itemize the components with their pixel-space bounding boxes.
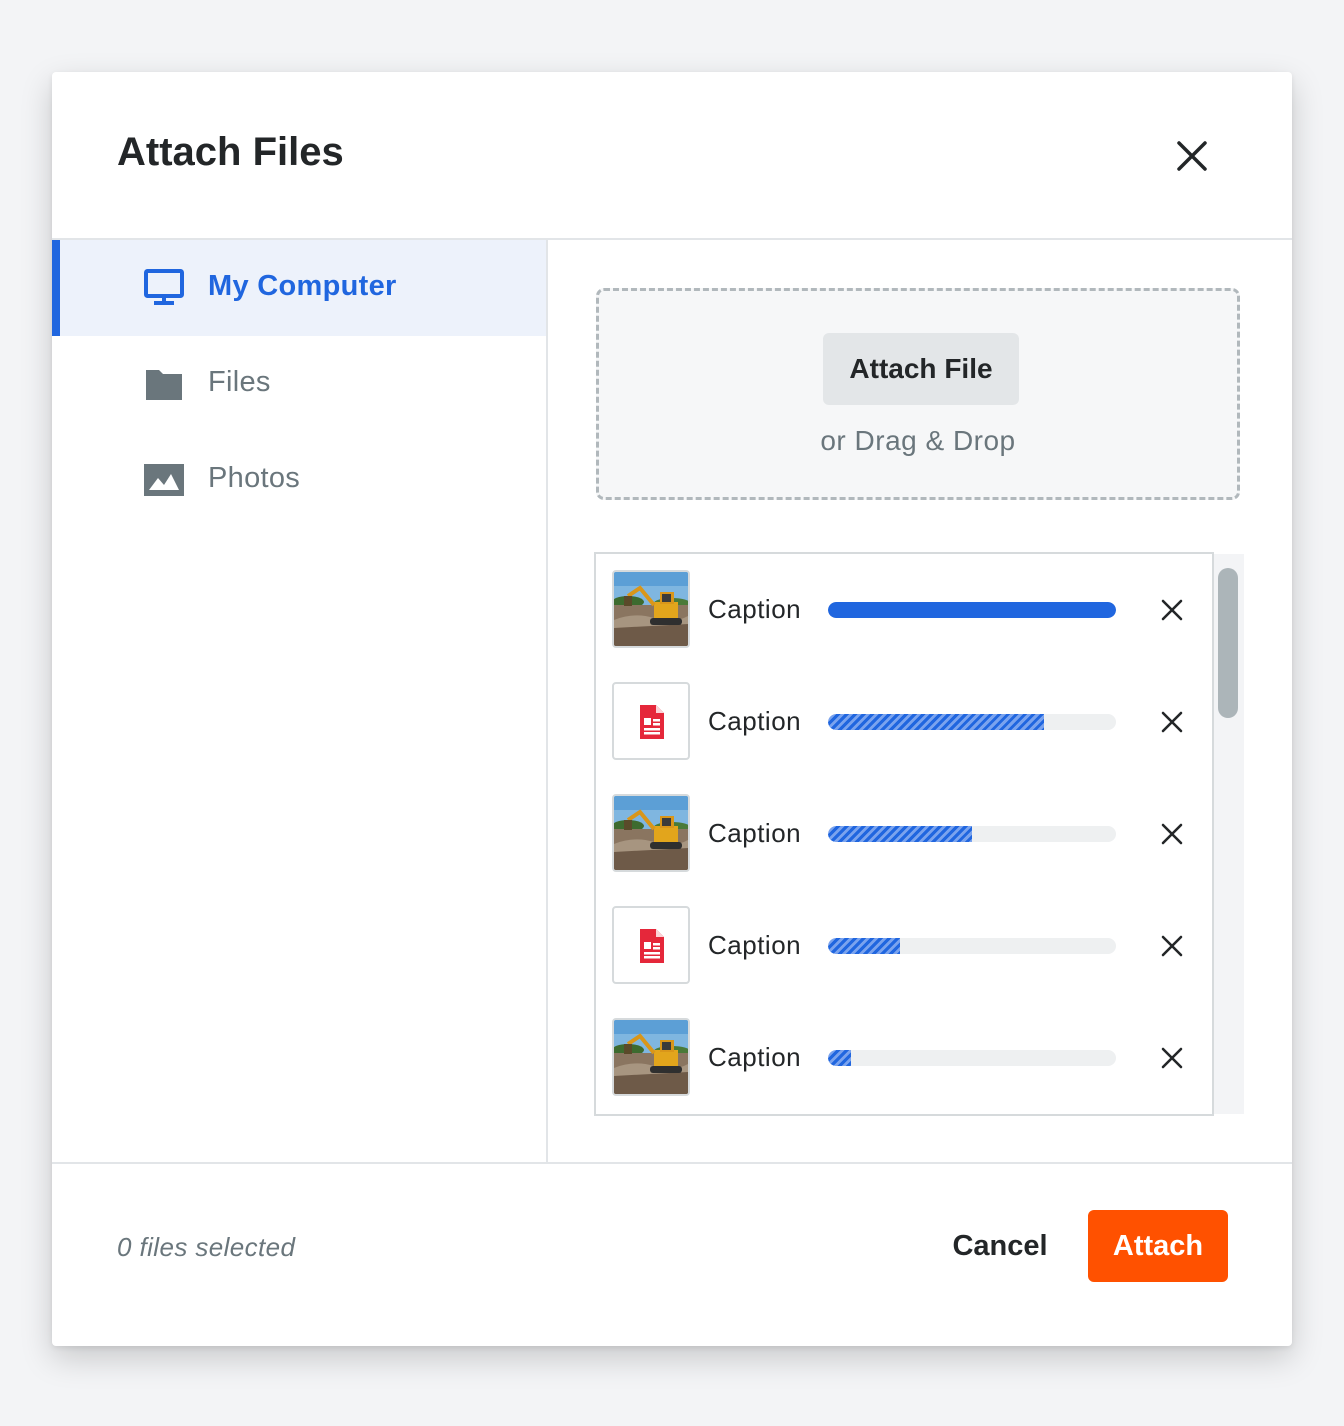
drag-drop-hint: or Drag & Drop — [820, 425, 1016, 456]
upload-row: Caption — [596, 554, 1212, 666]
upload-progress-fill — [828, 714, 1044, 730]
image-icon — [144, 460, 184, 500]
upload-row: Caption — [596, 666, 1212, 778]
upload-caption: Caption — [708, 706, 802, 736]
photo-thumbnail — [612, 570, 690, 648]
upload-caption: Caption — [708, 818, 802, 848]
sidebar-item-label: Photos — [208, 462, 301, 494]
upload-progress-fill — [828, 1050, 852, 1066]
drop-zone[interactable]: Attach File or Drag & Drop — [596, 288, 1240, 500]
scrollbar-thumb[interactable] — [1218, 568, 1238, 718]
remove-upload-icon[interactable] — [1160, 598, 1184, 622]
cancel-button[interactable]: Cancel — [932, 1210, 1068, 1282]
upload-progress-bar — [828, 714, 1116, 730]
upload-row: Caption — [596, 890, 1212, 1002]
attach-button[interactable]: Attach — [1088, 1210, 1228, 1282]
upload-caption: Caption — [708, 594, 802, 624]
upload-progress-fill — [828, 602, 1116, 618]
dialog-title: Attach Files — [117, 130, 344, 174]
upload-list: Caption Caption Caption Caption Caption — [594, 552, 1214, 1116]
remove-upload-icon[interactable] — [1160, 710, 1184, 734]
remove-upload-icon[interactable] — [1160, 1046, 1184, 1070]
pdf-file-icon — [612, 682, 690, 760]
upload-row: Caption — [596, 778, 1212, 890]
sidebar-item-photos[interactable]: Photos — [52, 432, 546, 528]
sidebar-item-label: Files — [208, 366, 271, 398]
upload-progress-bar — [828, 826, 1116, 842]
folder-icon — [144, 364, 184, 404]
monitor-icon — [144, 268, 184, 308]
attach-files-dialog: Attach Files My Computer Files Photos At… — [52, 72, 1292, 1346]
upload-progress-fill — [828, 826, 972, 842]
selected-count: 0 files selected — [117, 1232, 296, 1262]
dialog-footer: 0 files selected Cancel Attach — [52, 1162, 1292, 1346]
photo-thumbnail — [612, 794, 690, 872]
upload-progress-bar — [828, 1050, 1116, 1066]
upload-caption: Caption — [708, 930, 802, 960]
photo-thumbnail — [612, 1018, 690, 1096]
upload-progress-fill — [828, 938, 900, 954]
remove-upload-icon[interactable] — [1160, 822, 1184, 846]
close-icon[interactable] — [1170, 134, 1214, 178]
upload-progress-bar — [828, 938, 1116, 954]
sidebar-item-my-computer[interactable]: My Computer — [52, 240, 546, 336]
attach-file-button[interactable]: Attach File — [823, 333, 1019, 405]
source-sidebar: My Computer Files Photos — [52, 240, 548, 1162]
pdf-file-icon — [612, 906, 690, 984]
sidebar-item-label: My Computer — [208, 270, 397, 302]
sidebar-item-files[interactable]: Files — [52, 336, 546, 432]
remove-upload-icon[interactable] — [1160, 934, 1184, 958]
upload-row: Caption — [596, 1002, 1212, 1114]
dialog-header: Attach Files — [52, 72, 1292, 240]
upload-progress-bar — [828, 602, 1116, 618]
upload-caption: Caption — [708, 1042, 802, 1072]
